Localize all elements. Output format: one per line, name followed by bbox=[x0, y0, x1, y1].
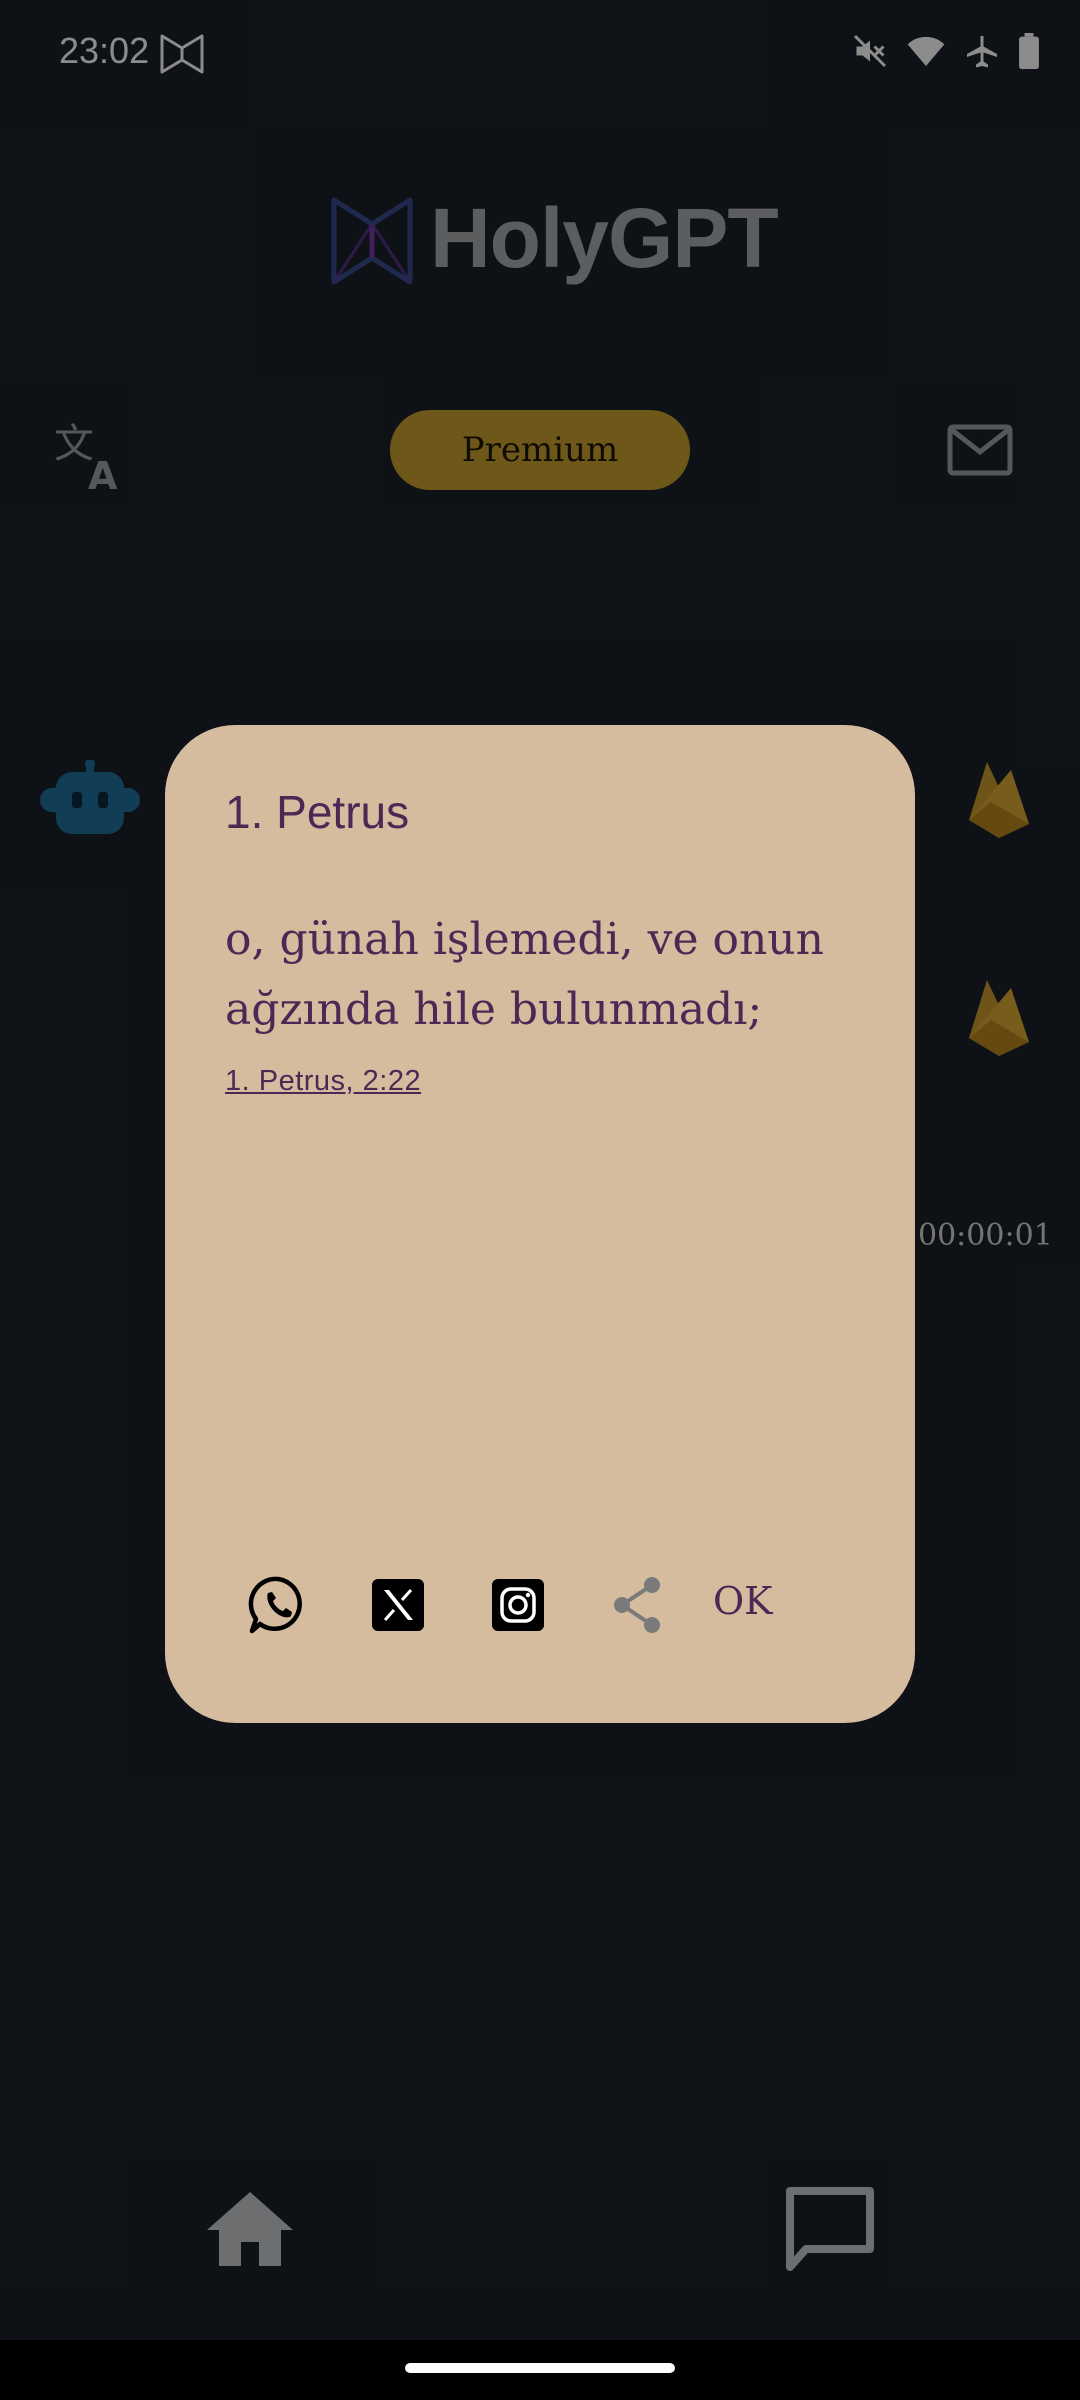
verse-dialog: 1. Petrus o, günah işlemedi, ve onun ağz… bbox=[165, 725, 915, 1723]
x-icon[interactable] bbox=[368, 1575, 428, 1635]
whatsapp-icon[interactable] bbox=[248, 1575, 308, 1635]
verse-text: o, günah işlemedi, ve onun ağzında hile … bbox=[225, 914, 824, 1035]
verse-reference-link[interactable]: 1. Petrus, 2:22 bbox=[225, 1065, 421, 1098]
dialog-title: 1. Petrus bbox=[225, 786, 410, 838]
dialog-actions: OK bbox=[165, 1575, 915, 1685]
instagram-icon[interactable] bbox=[488, 1575, 548, 1635]
share-icon[interactable] bbox=[608, 1575, 668, 1635]
app-screen: 23:02 HolyGPT 文 A Premium 00:00:01 1. Pe… bbox=[0, 0, 1080, 2400]
ok-button[interactable]: OK bbox=[713, 1579, 773, 1623]
home-gesture-handle[interactable] bbox=[405, 2363, 675, 2373]
